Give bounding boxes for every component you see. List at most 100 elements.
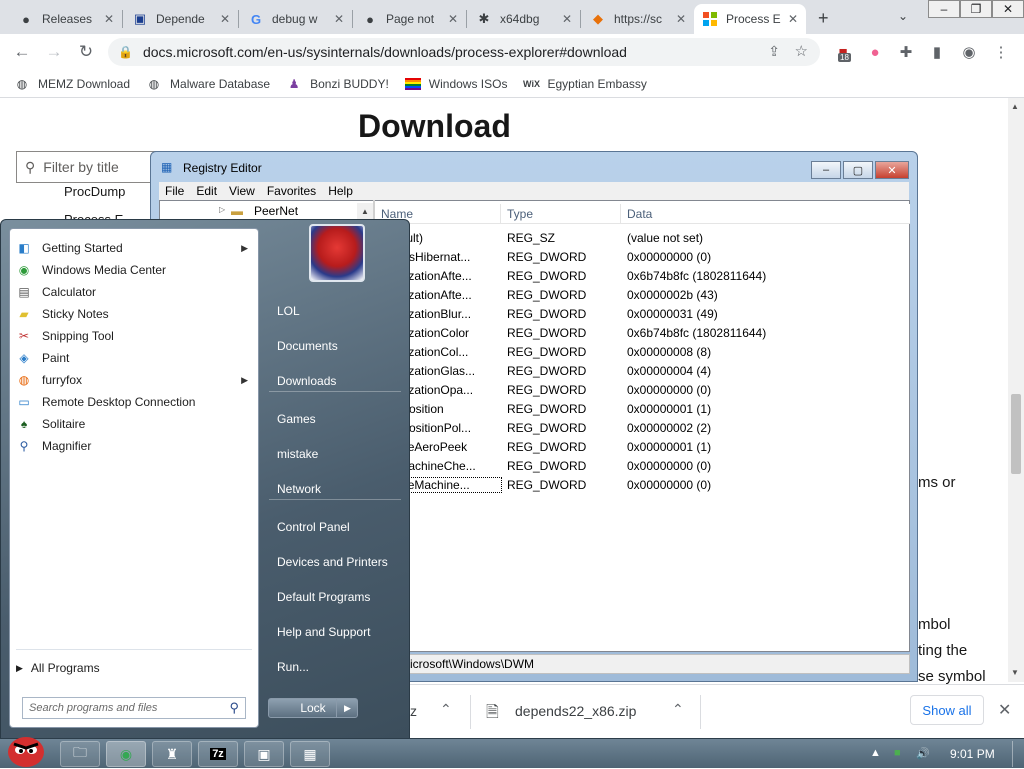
volume-icon[interactable]: 🔊 xyxy=(916,747,930,760)
registry-value-row[interactable]: (Default)REG_SZ(value not set) xyxy=(375,228,910,247)
close-icon[interactable]: ✕ xyxy=(788,12,798,26)
tab-depends[interactable]: ▣ Depende ✕ xyxy=(124,4,238,34)
chevron-up-icon[interactable]: ⌃ xyxy=(440,701,452,718)
start-place-item[interactable]: mistake xyxy=(277,447,318,461)
start-place-item[interactable]: Default Programs xyxy=(277,590,370,604)
start-place-item[interactable]: Network xyxy=(277,482,321,496)
program-item[interactable]: ▭ Remote Desktop Connection xyxy=(16,391,254,413)
close-icon[interactable]: ✕ xyxy=(676,12,686,26)
taskbar-app-icon[interactable]: ♜ xyxy=(152,741,192,767)
page-scrollbar[interactable] xyxy=(1008,98,1024,682)
start-place-item[interactable]: Downloads xyxy=(277,374,336,388)
registry-value-row[interactable]: ColorizationColor REG_DWORD 0x6b74b8fc (18… xyxy=(375,323,910,342)
program-item[interactable]: ◉ Windows Media Center xyxy=(16,259,254,281)
program-item[interactable]: ◍ furryfox ▶ xyxy=(16,369,254,391)
tray-expand-icon[interactable]: ▲ xyxy=(870,747,881,759)
start-orb-icon[interactable] xyxy=(4,731,48,769)
expand-icon[interactable]: ▷ xyxy=(219,205,225,214)
user-avatar[interactable] xyxy=(309,224,365,282)
tab-search-icon[interactable]: ⌄ xyxy=(898,9,908,23)
tab-page-not-found[interactable]: ● Page not ✕ xyxy=(354,4,466,34)
power-options-icon[interactable]: ▶ xyxy=(336,698,358,718)
close-icon[interactable]: ✕ xyxy=(562,12,572,26)
program-item[interactable]: ⚲ Magnifier xyxy=(16,435,254,457)
start-place-item[interactable]: Devices and Printers xyxy=(277,555,388,569)
program-item[interactable]: ◈ Paint xyxy=(16,347,254,369)
back-icon[interactable]: ← xyxy=(10,40,34,64)
registry-value-row[interactable]: Composition REG_DWORD 0x00000001 (1) xyxy=(375,399,910,418)
start-place-item[interactable]: Help and Support xyxy=(277,625,370,639)
scroll-up-icon[interactable]: ▲ xyxy=(1011,102,1019,111)
star-icon[interactable]: ☆ xyxy=(795,42,808,60)
address-bar[interactable]: 🔒 docs.microsoft.com/en-us/sysinternals/… xyxy=(108,38,820,66)
bookmark-bonzi[interactable]: ♟ Bonzi BUDDY! xyxy=(286,76,389,92)
close-icon[interactable]: ✕ xyxy=(875,161,909,179)
all-programs-button[interactable]: ▶ All Programs xyxy=(16,661,100,675)
puzzle-icon[interactable]: ✚ xyxy=(895,41,917,63)
sidebar-icon[interactable]: ▮ xyxy=(926,41,948,63)
program-item[interactable]: ▰ Sticky Notes xyxy=(16,303,254,325)
share-icon[interactable]: ⇪ xyxy=(768,43,780,60)
pride-extension-icon[interactable]: ● xyxy=(864,41,886,63)
maximize-icon[interactable]: ▢ xyxy=(843,161,873,179)
registry-value-row[interactable]: ColorizationCol... REG_DWORD 0x00000008 (8… xyxy=(375,342,910,361)
registry-value-row[interactable]: AlwaysHibernat... REG_DWORD 0x00000000 (0) xyxy=(375,247,910,266)
close-icon[interactable]: ✕ xyxy=(334,12,344,26)
filter-input[interactable]: ⚲ Filter by title xyxy=(16,151,166,183)
close-downloads-icon[interactable]: ✕ xyxy=(998,700,1011,720)
menu-file[interactable]: File xyxy=(165,184,184,198)
chevron-up-icon[interactable]: ⌃ xyxy=(672,701,684,718)
bookmark-windows-isos[interactable]: Windows ISOs xyxy=(404,76,507,92)
bookmark-memz[interactable]: ◍ MEMZ Download xyxy=(14,76,130,92)
tab-releases[interactable]: ● Releases ✕ xyxy=(10,4,122,34)
new-tab-icon[interactable]: + xyxy=(818,8,829,29)
column-data[interactable]: Data xyxy=(621,204,910,224)
tree-scroll-up-icon[interactable]: ▲ xyxy=(357,203,373,219)
tree-item-peernet[interactable]: PeerNet xyxy=(254,204,298,218)
close-icon[interactable]: ✕ xyxy=(448,12,458,26)
registry-value-row[interactable]: CompositionPol... REG_DWORD 0x00000002 (2) xyxy=(375,418,910,437)
taskbar-7zip-icon[interactable]: 7z xyxy=(198,741,238,767)
download-item-name[interactable]: depends22_x86.zip xyxy=(515,703,636,719)
start-place-item[interactable]: Documents xyxy=(277,339,338,353)
column-type[interactable]: Type xyxy=(501,203,621,224)
minimize-icon[interactable]: – xyxy=(811,161,841,179)
forward-icon[interactable]: → xyxy=(42,40,66,64)
tab-debug[interactable]: G debug w ✕ xyxy=(240,4,352,34)
nav-item-procdump[interactable]: ProcDump xyxy=(64,184,125,199)
menu-help[interactable]: Help xyxy=(328,184,353,198)
network-icon[interactable]: ■ xyxy=(894,747,901,759)
menu-icon[interactable]: ⋮ xyxy=(990,41,1012,63)
restore-icon[interactable]: ❐ xyxy=(960,0,992,18)
close-icon[interactable]: ✕ xyxy=(104,12,114,26)
menu-favorites[interactable]: Favorites xyxy=(267,184,316,198)
tab-x64dbg[interactable]: ✱ x64dbg ✕ xyxy=(468,4,580,34)
show-all-button[interactable]: Show all xyxy=(910,695,984,725)
close-icon[interactable]: ✕ xyxy=(220,12,230,26)
program-item[interactable]: ✂ Snipping Tool xyxy=(16,325,254,347)
scroll-thumb[interactable] xyxy=(1011,394,1021,474)
registry-value-row[interactable]: ColorizationAfte... REG_DWORD 0x6b74b8fc (… xyxy=(375,266,910,285)
menu-view[interactable]: View xyxy=(229,184,255,198)
taskbar-explorer-icon[interactable]: 🗀 xyxy=(60,741,100,767)
registry-value-row[interactable]: ColorizationBlur... REG_DWORD 0x00000031 (… xyxy=(375,304,910,323)
taskbar-chrome-icon[interactable]: ◉ xyxy=(106,741,146,767)
registry-value-row[interactable]: EnableAeroPeek REG_DWORD 0x00000001 (1) xyxy=(375,437,910,456)
tab-process-explorer[interactable]: Process E ✕ xyxy=(694,4,806,34)
start-place-item[interactable]: Run... xyxy=(277,660,309,674)
search-icon[interactable]: ⚲ xyxy=(229,700,239,716)
profile-icon[interactable]: ◉ xyxy=(958,41,980,63)
start-place-item[interactable]: Games xyxy=(277,412,316,426)
program-item[interactable]: ◧ Getting Started ▶ xyxy=(16,237,254,259)
taskbar-regedit-icon[interactable]: ▦ xyxy=(290,741,330,767)
registry-value-row[interactable]: ColorizationAfte... REG_DWORD 0x0000002b (… xyxy=(375,285,910,304)
minimize-icon[interactable]: – xyxy=(928,0,960,18)
search-input[interactable]: Search programs and files ⚲ xyxy=(22,697,246,719)
registry-value-row[interactable]: ColorizationGlas... REG_DWORD 0x00000004 (… xyxy=(375,361,910,380)
start-place-item[interactable]: LOL xyxy=(277,304,300,318)
reload-icon[interactable]: ↻ xyxy=(74,40,98,64)
taskbar-terminal-icon[interactable]: ▣ xyxy=(244,741,284,767)
tab-https[interactable]: ◆ https://sc ✕ xyxy=(582,4,694,34)
registry-value-row[interactable]: EnableMachine... REG_DWORD 0x00000000 (0) xyxy=(374,475,910,494)
bookmark-malware-db[interactable]: ◍ Malware Database xyxy=(146,76,270,92)
